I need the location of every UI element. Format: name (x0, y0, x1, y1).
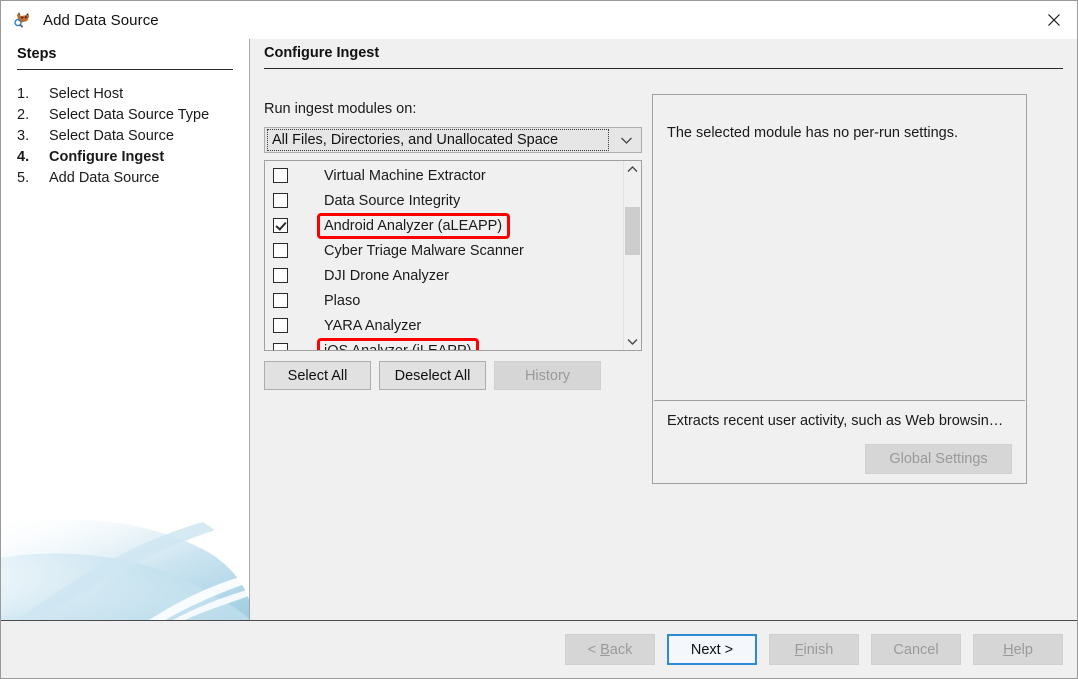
back-button: < Back (565, 634, 655, 665)
step-number: 4. (17, 148, 30, 165)
wizard-navigation: < Back Next > Finish Cancel Help (565, 634, 1063, 665)
settings-divider (654, 400, 1025, 401)
module-rows: Virtual Machine Extractor Data Source Int… (265, 161, 623, 350)
select-all-button[interactable]: Select All (264, 361, 371, 390)
close-icon (1048, 13, 1060, 26)
module-row[interactable]: Data Source Integrity (265, 188, 623, 213)
step-number: 1. (17, 85, 30, 102)
steps-heading: Steps (17, 46, 57, 62)
decorative-swoosh-graphic (1, 434, 249, 620)
add-data-source-dialog: Add Data Source Steps 1. Select Host 2. Sel… (0, 0, 1078, 679)
scroll-down-button[interactable] (624, 333, 641, 350)
close-button[interactable] (1031, 1, 1077, 38)
chevron-down-icon (611, 136, 641, 145)
module-label: Cyber Triage Malware Scanner (324, 242, 524, 259)
step-label: Select Data Source Type (49, 106, 210, 123)
step-number: 3. (17, 127, 30, 144)
steps-list: 1. Select Host 2. Select Data Source Type 3.… (17, 83, 237, 188)
dialog-footer: < Back Next > Finish Cancel Help (1, 620, 1077, 678)
window-title: Add Data Source (43, 11, 159, 29)
module-description: Extracts recent user activity, such as W… (667, 413, 1004, 429)
section-divider (264, 68, 1063, 69)
ingest-modules-list[interactable]: Virtual Machine Extractor Data Source Int… (264, 160, 642, 351)
module-row[interactable]: iOS Analyzer (iLEAPP) (265, 337, 623, 350)
module-checkbox[interactable] (273, 293, 288, 308)
help-button: Help (973, 634, 1063, 665)
chevron-up-icon (627, 166, 638, 172)
module-checkbox[interactable] (273, 318, 288, 333)
ingest-scope-value: All Files, Directories, and Unallocated … (267, 129, 609, 151)
module-row[interactable]: DJI Drone Analyzer (265, 263, 623, 288)
history-button: History (494, 361, 601, 390)
step-item-1: 1. Select Host (17, 83, 237, 104)
scrollbar-thumb[interactable] (625, 207, 640, 255)
step-item-2: 2. Select Data Source Type (17, 104, 237, 125)
module-checkbox[interactable] (273, 218, 288, 233)
module-row[interactable]: Plaso (265, 288, 623, 313)
step-number: 2. (17, 106, 30, 123)
module-label: YARA Analyzer (324, 317, 422, 334)
module-checkbox[interactable] (273, 168, 288, 183)
module-row[interactable]: Android Analyzer (aLEAPP) (265, 212, 623, 239)
module-list-scrollbar[interactable] (623, 161, 641, 350)
cancel-button: Cancel (871, 634, 961, 665)
module-label: Virtual Machine Extractor (324, 167, 486, 184)
module-label: Plaso (324, 292, 361, 309)
autopsy-logo-icon (13, 10, 33, 30)
dialog-body: Steps 1. Select Host 2. Select Data Source … (1, 39, 1077, 620)
ingest-scope-select[interactable]: All Files, Directories, and Unallocated … (264, 127, 642, 153)
global-settings-button: Global Settings (865, 444, 1012, 474)
run-ingest-modules-label: Run ingest modules on: (264, 101, 417, 117)
step-number: 5. (17, 169, 30, 186)
chevron-down-icon (627, 339, 638, 345)
module-label: DJI Drone Analyzer (324, 267, 449, 284)
per-run-settings-note: The selected module has no per-run setti… (667, 125, 958, 141)
finish-button: Finish (769, 634, 859, 665)
title-bar: Add Data Source (1, 1, 1077, 39)
steps-divider (17, 69, 233, 70)
module-row[interactable]: Virtual Machine Extractor (265, 163, 623, 188)
module-checkbox[interactable] (273, 243, 288, 258)
back-label: < Back (587, 641, 633, 658)
deselect-all-button[interactable]: Deselect All (379, 361, 486, 390)
module-row[interactable]: YARA Analyzer (265, 313, 623, 338)
configure-ingest-panel: Configure Ingest Run ingest modules on: … (250, 39, 1077, 620)
scroll-up-button[interactable] (624, 161, 641, 178)
finish-label: Finish (794, 641, 834, 658)
module-label: Data Source Integrity (324, 192, 461, 209)
step-label: Select Data Source (49, 127, 174, 144)
module-row[interactable]: Cyber Triage Malware Scanner (265, 238, 623, 263)
help-label: Help (1003, 641, 1033, 658)
module-checkbox[interactable] (273, 343, 288, 350)
step-label: Select Host (49, 85, 124, 102)
module-list-actions: Select All Deselect All History (264, 361, 601, 390)
module-settings-panel: The selected module has no per-run setti… (652, 94, 1027, 484)
step-item-5: 5. Add Data Source (17, 167, 237, 188)
module-label-highlighted: Android Analyzer (aLEAPP) (316, 212, 511, 239)
next-button[interactable]: Next > (667, 634, 757, 665)
step-label: Configure Ingest (49, 148, 165, 165)
steps-panel: Steps 1. Select Host 2. Select Data Source … (1, 39, 250, 620)
step-item-4: 4. Configure Ingest (17, 146, 237, 167)
module-checkbox[interactable] (273, 193, 288, 208)
step-item-3: 3. Select Data Source (17, 125, 237, 146)
step-label: Add Data Source (49, 169, 160, 186)
module-label-highlighted: iOS Analyzer (iLEAPP) (316, 337, 480, 350)
page-title: Configure Ingest (264, 45, 380, 61)
module-checkbox[interactable] (273, 268, 288, 283)
